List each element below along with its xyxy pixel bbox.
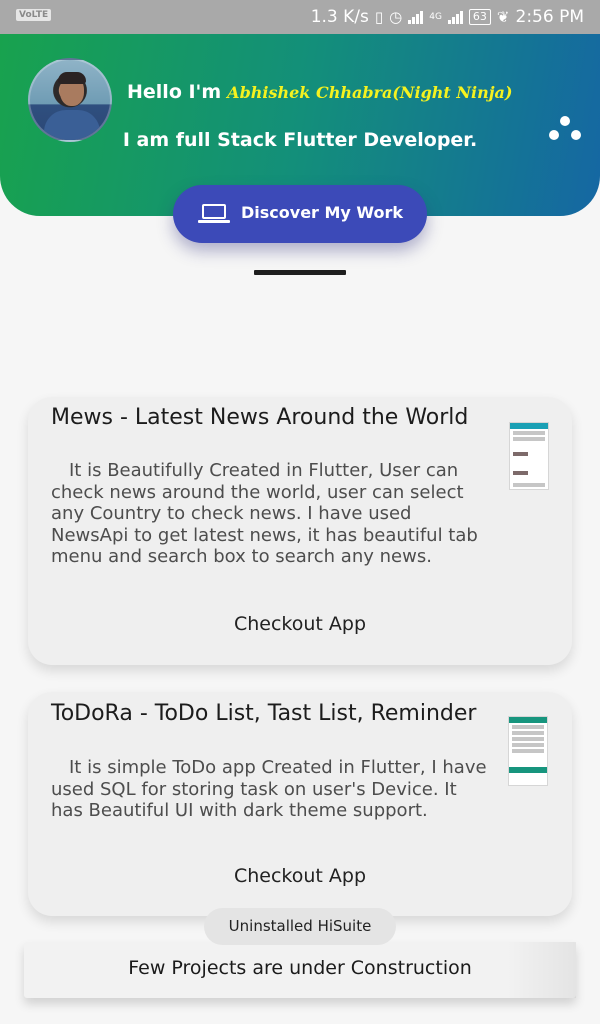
discover-label: Discover My Work (241, 203, 404, 222)
project-card-todora[interactable]: ToDoRa - ToDo List, Tast List, Reminder … (28, 692, 572, 916)
discover-my-work-button[interactable]: Discover My Work (173, 185, 427, 243)
status-right: 1.3 K/s ▯ ◷ 4G 63 ❦ 2:56 PM (311, 7, 584, 27)
screen: VoLTE 1.3 K/s ▯ ◷ 4G 63 ❦ 2:56 PM Hello … (0, 0, 600, 1024)
project-description: It is Beautifully Created in Flutter, Us… (51, 460, 478, 567)
signal-icon-2 (447, 10, 463, 24)
laptop-icon (198, 204, 230, 224)
clock: 2:56 PM (515, 7, 585, 27)
divider (254, 270, 346, 275)
leaf-icon: ❦ (496, 8, 510, 26)
avatar-hair (58, 72, 86, 84)
greeting: Hello I'm Abhishek Chhabra(Night Ninja) (127, 81, 512, 103)
status-bar: VoLTE 1.3 K/s ▯ ◷ 4G 63 ❦ 2:56 PM (0, 0, 600, 34)
project-title: ToDoRa - ToDo List, Tast List, Reminder (51, 701, 477, 726)
under-construction-text: Few Projects are under Construction (128, 957, 472, 979)
app-screenshot-thumbnail (509, 422, 549, 490)
greeting-text: Hello I'm (127, 81, 222, 103)
net-speed: 1.3 K/s (310, 7, 369, 27)
tagline: I am full Stack Flutter Developer. (122, 129, 478, 151)
checkout-app-link[interactable]: Checkout App (28, 613, 572, 635)
toast-message: Uninstalled HiSuite (204, 908, 396, 945)
signal-icon (408, 10, 424, 24)
under-construction-banner: Few Projects are under Construction (24, 942, 576, 998)
project-card-mews[interactable]: Mews - Latest News Around the World It i… (28, 397, 572, 665)
vibrate-icon: ▯ (374, 8, 384, 26)
project-description: It is simple ToDo app Created in Flutter… (51, 757, 487, 821)
developer-name: Abhishek Chhabra(Night Ninja) (227, 83, 513, 102)
battery-icon: 63 (468, 9, 491, 25)
alarm-icon: ◷ (389, 8, 403, 26)
network-type: 4G (429, 12, 442, 22)
checkout-app-link[interactable]: Checkout App (28, 865, 572, 887)
project-title: Mews - Latest News Around the World (51, 405, 469, 430)
volte-indicator: VoLTE (16, 9, 52, 21)
app-screenshot-thumbnail (508, 716, 548, 786)
